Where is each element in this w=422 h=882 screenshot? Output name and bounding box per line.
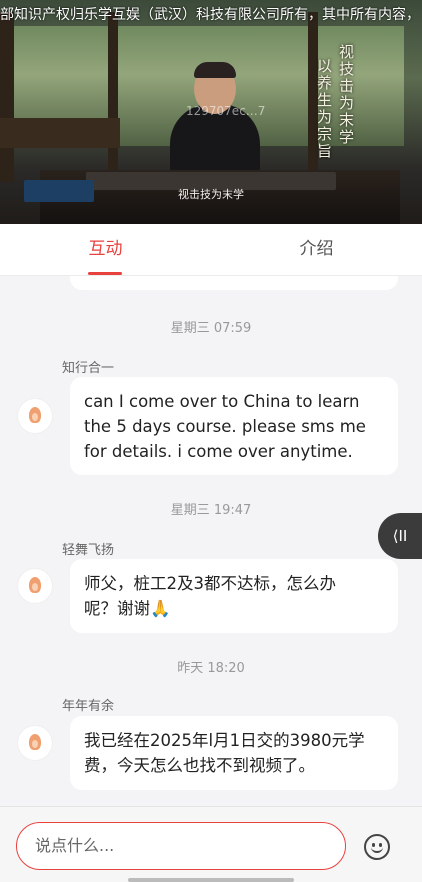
previous-message-bubble (70, 276, 398, 290)
avatar-flame-icon (29, 577, 41, 593)
chat-list[interactable]: 星期三 07:59 知行合一 can I come over to China … (0, 276, 422, 806)
calligraphy-right: 视技击为末学 (337, 44, 355, 146)
comment-input-bar: 说点什么... (0, 806, 422, 882)
active-tab-underline (88, 272, 122, 275)
collapse-panel-icon: ⟨II (392, 527, 408, 545)
message-bubble[interactable]: 师父，桩工2及3都不达标，怎么办 呢？谢谢🙏 (70, 559, 398, 633)
avatar-flame-icon (29, 734, 41, 750)
comment-input[interactable]: 说点什么... (16, 822, 346, 870)
video-subtitle: 视击技为末学 (178, 188, 244, 201)
emoji-mouth (371, 846, 383, 853)
video-frame-beam (108, 12, 118, 182)
user-avatar[interactable] (18, 726, 52, 760)
message-username: 年年有余 (62, 699, 115, 714)
video-shelf (0, 118, 120, 148)
video-frame-beam (0, 12, 14, 182)
message-text: 师父，桩工2及3都不达标，怎么办 呢？谢谢🙏 (84, 574, 336, 618)
home-indicator (128, 878, 294, 882)
message-timestamp: 昨天 18:20 (177, 661, 245, 676)
tab-bar: 互动 介绍 (0, 224, 422, 276)
presenter-hair (194, 62, 236, 78)
message-bubble[interactable]: 我已经在2025年l月1日交的3980元学 费，今天怎么也找不到视频了。 (70, 716, 398, 790)
collapse-panel-button[interactable]: ⟨II (378, 513, 422, 559)
copyright-ticker: 部知识产权归乐学互娱（武汉）科技有限公司所有，其中所有内容， (0, 7, 420, 23)
message-username: 轻舞飞扬 (62, 543, 115, 558)
user-avatar[interactable] (18, 399, 52, 433)
calligraphy-left: 以养生为宗旨 (315, 58, 333, 160)
tab-label: 介绍 (299, 239, 334, 259)
tab-label: 互动 (88, 239, 123, 259)
message-timestamp: 星期三 07:59 (170, 321, 252, 336)
tab-introduction[interactable]: 介绍 (211, 224, 422, 275)
message-text: can I come over to China to learn the 5 … (84, 392, 366, 461)
video-player[interactable]: 部知识产权归乐学互娱（武汉）科技有限公司所有，其中所有内容， 129707ec…… (0, 0, 422, 224)
user-avatar[interactable] (18, 569, 52, 603)
message-bubble[interactable]: can I come over to China to learn the 5 … (70, 377, 398, 475)
message-username: 知行合一 (62, 361, 115, 376)
video-watermark: 129707ec…7 (186, 104, 266, 118)
tab-interaction[interactable]: 互动 (0, 224, 211, 275)
avatar-flame-icon (29, 407, 41, 423)
smiley-face-icon[interactable] (364, 834, 390, 860)
message-text: 我已经在2025年l月1日交的3980元学 费，今天怎么也找不到视频了。 (84, 731, 365, 775)
message-timestamp: 星期三 19:47 (170, 503, 252, 518)
